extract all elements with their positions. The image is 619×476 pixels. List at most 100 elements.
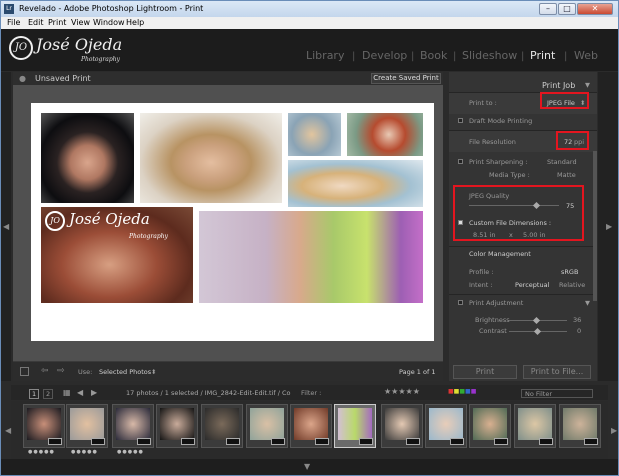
- close-button[interactable]: ✕: [577, 3, 613, 15]
- badge-icon: [539, 438, 553, 445]
- menu-bar: File Edit Print View Window Help: [1, 17, 618, 29]
- badge-icon: [91, 438, 105, 445]
- module-print[interactable]: Print: [530, 49, 555, 62]
- maximize-button[interactable]: □: [558, 3, 576, 15]
- print-page: JO José Ojeda Photography: [31, 103, 434, 341]
- photo-cell[interactable]: [347, 113, 423, 156]
- grid-icon[interactable]: ▦: [63, 388, 71, 397]
- filmstrip-thumbnail[interactable]: [246, 404, 288, 448]
- media-type-dropdown[interactable]: Matte: [557, 171, 576, 179]
- module-web[interactable]: Web: [574, 49, 598, 62]
- media-type-label: Media Type :: [489, 171, 530, 179]
- stop-icon[interactable]: [20, 367, 29, 376]
- filmstrip-thumbnail[interactable]: [514, 404, 556, 448]
- collapse-right-icon[interactable]: ▶: [606, 222, 612, 231]
- filmstrip-thumbnail[interactable]: [201, 404, 243, 448]
- contrast-slider-thumb[interactable]: [533, 327, 542, 336]
- secondary-window-1-button[interactable]: 1: [29, 389, 40, 399]
- brightness-slider-thumb[interactable]: [532, 316, 541, 325]
- intent-perceptual-option[interactable]: Perceptual: [515, 281, 549, 289]
- profile-label: Profile :: [469, 268, 494, 276]
- filmstrip-thumbnail[interactable]: [425, 404, 467, 448]
- module-separator: |: [521, 51, 525, 62]
- collapse-filmstrip-icon[interactable]: ▼: [304, 462, 310, 471]
- module-develop[interactable]: Develop: [362, 49, 407, 62]
- filter-label: Filter :: [301, 389, 322, 397]
- print-to-file-button[interactable]: Print to File...: [523, 365, 591, 379]
- photo-cell[interactable]: [288, 160, 423, 207]
- filmstrip-info: 17 photos / 1 selected / IMG_2842-Edit-E…: [126, 389, 291, 397]
- collapse-triangle-icon[interactable]: ▼: [585, 81, 590, 89]
- filter-dropdown[interactable]: No Filter: [521, 389, 593, 398]
- filmstrip-thumbnail[interactable]: [23, 404, 65, 448]
- badge-icon: [450, 438, 464, 445]
- photo-cell[interactable]: [199, 211, 423, 303]
- secondary-window-2-button[interactable]: 2: [43, 389, 54, 399]
- rating-filter-stars-icon[interactable]: ★★★★★: [384, 387, 420, 396]
- create-saved-print-button[interactable]: Create Saved Print: [371, 73, 441, 84]
- photo-cell[interactable]: [41, 113, 134, 203]
- photo-cell[interactable]: [140, 113, 282, 203]
- menu-print[interactable]: Print: [48, 18, 66, 27]
- highlight-print-to: [540, 92, 589, 109]
- color-label-filter-icon[interactable]: ■■■■■: [448, 388, 476, 395]
- left-panel-collapsed[interactable]: ◀: [1, 72, 11, 381]
- print-button[interactable]: Print: [453, 365, 517, 379]
- filmstrip-scroll-left-icon[interactable]: ◀: [5, 426, 11, 435]
- use-label: Use:: [78, 368, 93, 376]
- badge-icon: [315, 438, 329, 445]
- filmstrip-thumbnail[interactable]: [112, 404, 154, 448]
- window-title: Revelado - Adobe Photoshop Lightroom - P…: [19, 4, 204, 13]
- previous-page-icon[interactable]: ⇦: [41, 366, 49, 376]
- menu-help[interactable]: Help: [126, 18, 144, 27]
- highlight-jpeg-settings: [453, 185, 584, 241]
- brightness-label: Brightness: [475, 316, 510, 324]
- collapse-triangle-icon[interactable]: ▼: [585, 299, 590, 307]
- watermark-name: José Ojeda: [69, 210, 150, 228]
- print-adjustment-label: Print Adjustment: [469, 299, 524, 307]
- print-sharpening-label: Print Sharpening :: [469, 158, 528, 166]
- filmstrip-scroll-right-icon[interactable]: ▶: [611, 426, 617, 435]
- filmstrip-header: 1 2 ▦ ◀ ▶ 17 photos / 1 selected / IMG_2…: [11, 385, 608, 400]
- intent-label: Intent :: [469, 281, 493, 289]
- thumbnail-rating-stars: ●●●●●: [28, 449, 55, 455]
- profile-dropdown[interactable]: sRGB: [561, 268, 578, 276]
- filmstrip-thumbnail[interactable]: [290, 404, 332, 448]
- module-library[interactable]: Library: [306, 49, 344, 62]
- next-page-icon[interactable]: ⇨: [57, 366, 65, 376]
- filmstrip-thumbnail[interactable]: [381, 404, 423, 448]
- menu-edit[interactable]: Edit: [28, 18, 44, 27]
- forward-arrow-icon[interactable]: ▶: [91, 388, 97, 397]
- filmstrip-thumbnail[interactable]: [66, 404, 108, 448]
- photo-cell[interactable]: [288, 113, 341, 156]
- filmstrip-thumbnail[interactable]: [559, 404, 601, 448]
- use-selected-photos-dropdown[interactable]: Selected Photos: [99, 368, 151, 376]
- panel-scrollbar[interactable]: [593, 151, 597, 301]
- menu-window[interactable]: Window: [93, 18, 125, 27]
- brightness-value[interactable]: 36: [573, 316, 581, 324]
- module-slideshow[interactable]: Slideshow: [462, 49, 517, 62]
- module-book[interactable]: Book: [420, 49, 447, 62]
- badge-icon: [226, 438, 240, 445]
- watermark-monogram: JO: [45, 211, 65, 231]
- filmstrip-thumbnail[interactable]: [156, 404, 198, 448]
- menu-file[interactable]: File: [7, 18, 20, 27]
- print-sharpening-dropdown[interactable]: Standard: [547, 158, 577, 166]
- back-arrow-icon[interactable]: ◀: [77, 388, 83, 397]
- expand-left-icon[interactable]: ◀: [3, 222, 9, 231]
- draft-mode-checkbox[interactable]: [458, 118, 463, 123]
- contrast-value[interactable]: 0: [577, 327, 581, 335]
- photo-cell[interactable]: JO José Ojeda Photography: [41, 207, 193, 303]
- chevron-down-icon[interactable]: ⬍: [151, 368, 156, 376]
- menu-view[interactable]: View: [71, 18, 90, 27]
- right-edge-strip[interactable]: ▶: [598, 72, 618, 381]
- print-adjustment-checkbox[interactable]: [458, 300, 463, 305]
- module-separator: |: [352, 51, 356, 62]
- filmstrip-thumbnail-selected[interactable]: [334, 404, 376, 448]
- badge-icon: [271, 438, 285, 445]
- filmstrip-thumbnail[interactable]: [469, 404, 511, 448]
- intent-relative-option[interactable]: Relative: [559, 281, 585, 289]
- print-job-header[interactable]: Print Job: [542, 81, 575, 90]
- minimize-button[interactable]: –: [539, 3, 557, 15]
- print-sharpening-checkbox[interactable]: [458, 159, 463, 164]
